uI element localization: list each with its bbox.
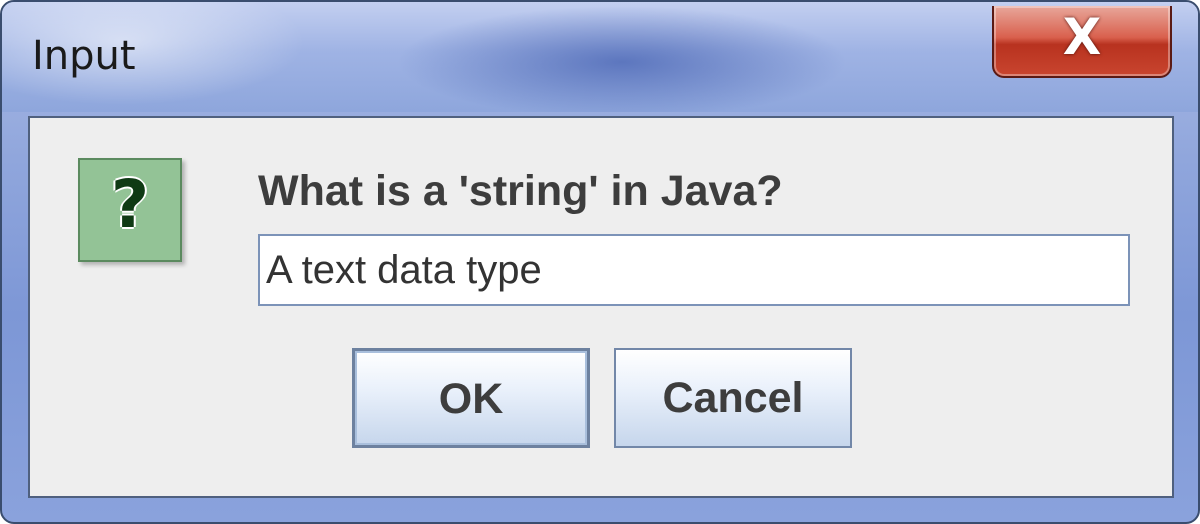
question-icon: ? — [78, 158, 182, 262]
question-mark-glyph: ? — [110, 166, 150, 243]
window-title: Input — [32, 33, 136, 79]
ok-button[interactable]: OK — [352, 348, 590, 448]
close-button[interactable]: X — [992, 6, 1172, 78]
answer-input[interactable] — [258, 234, 1130, 306]
cancel-button[interactable]: Cancel — [614, 348, 852, 448]
input-dialog-window: Input X ? What is a 'string' in Java? OK… — [0, 0, 1200, 524]
dialog-content: ? What is a 'string' in Java? OK Cancel — [28, 116, 1174, 498]
prompt-text: What is a 'string' in Java? — [258, 167, 783, 215]
close-icon: X — [1062, 8, 1102, 66]
